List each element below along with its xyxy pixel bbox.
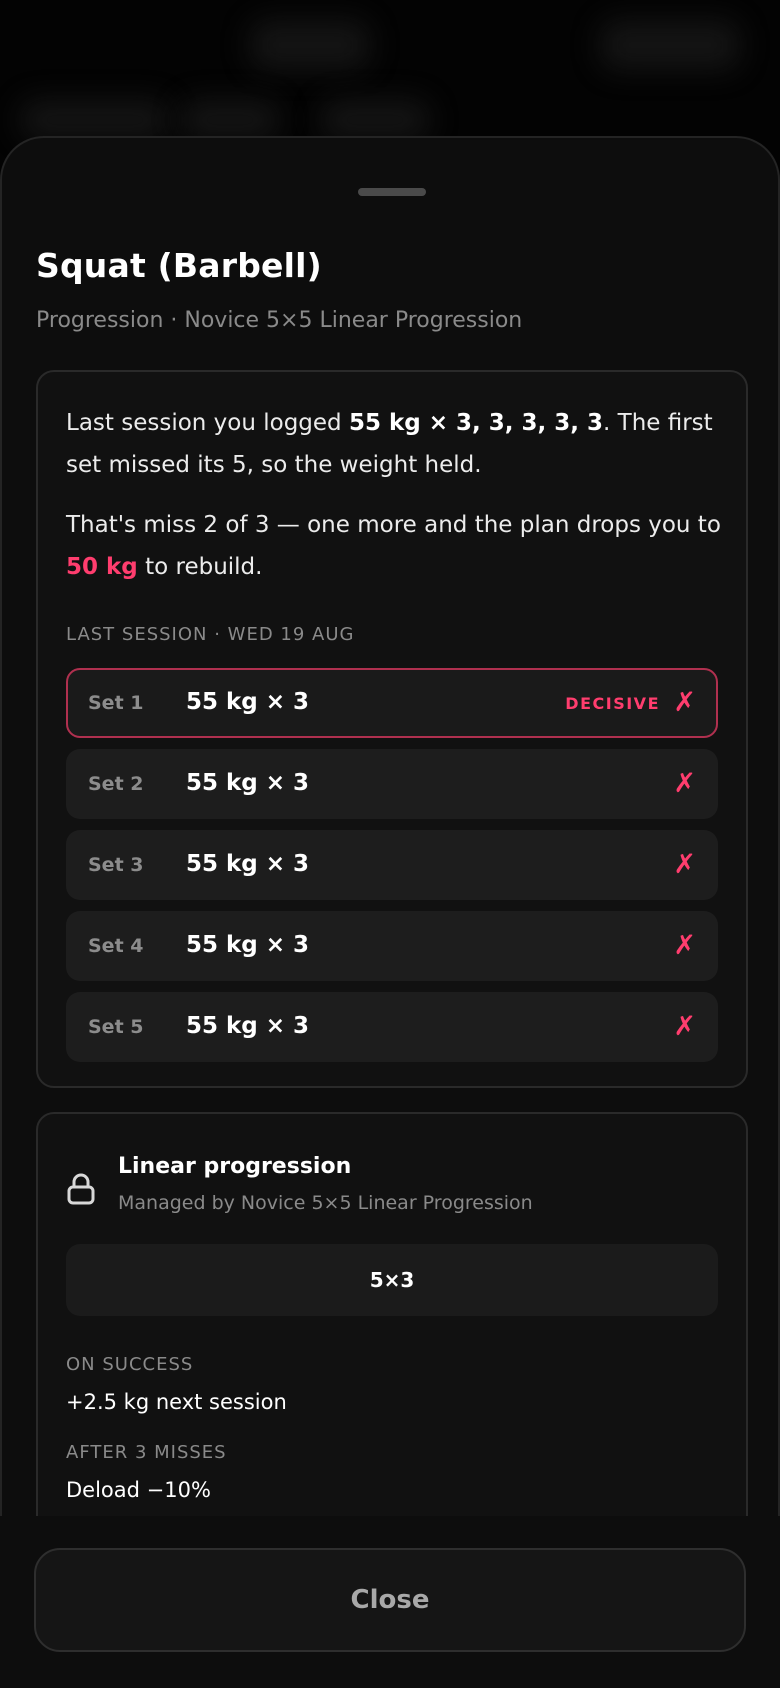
set-value: 55 kg × 3 — [186, 770, 310, 796]
exercise-title: Squat (Barbell) — [36, 246, 322, 285]
sheet-footer: Close — [0, 1516, 780, 1688]
set-row: Set 5 55 kg × 3 ✗ — [66, 992, 718, 1062]
summary-text: Last session you logged — [66, 410, 349, 436]
missed-x-icon: ✗ — [673, 768, 696, 799]
set-number: Set 3 — [88, 854, 144, 876]
last-session-label: LAST SESSION · WED 19 AUG — [66, 624, 355, 645]
set-value: 55 kg × 3 — [186, 932, 310, 958]
backdrop-blur-block — [600, 20, 740, 70]
missed-x-icon: ✗ — [673, 1011, 696, 1042]
after-misses-value: Deload −10% — [66, 1478, 211, 1502]
backdrop-blur-block — [180, 100, 280, 140]
set-number: Set 4 — [88, 935, 144, 957]
summary-logged-sets: 55 kg × 3, 3, 3, 3, 3 — [348, 410, 604, 436]
set-row: Set 1 55 kg × 3 DECISIVE ✗ — [66, 668, 718, 738]
missed-x-icon: ✗ — [673, 687, 696, 718]
set-number: Set 5 — [88, 1016, 144, 1038]
set-value: 55 kg × 3 — [186, 851, 310, 877]
lock-icon — [67, 1173, 95, 1205]
set-row: Set 3 55 kg × 3 ✗ — [66, 830, 718, 900]
on-success-label: ON SUCCESS — [66, 1354, 194, 1375]
set-number: Set 2 — [88, 773, 144, 795]
set-row: Set 2 55 kg × 3 ✗ — [66, 749, 718, 819]
backdrop-blur-block — [20, 100, 170, 140]
progression-title: Linear progression — [118, 1154, 352, 1179]
linear-progression-card: Linear progression Managed by Novice 5×5… — [36, 1112, 748, 1582]
exercise-subtitle: Progression · Novice 5×5 Linear Progress… — [36, 308, 523, 333]
rep-scheme: 5×3 — [66, 1244, 718, 1316]
backdrop-blur-block — [250, 20, 370, 70]
progression-sheet: Squat (Barbell) Progression · Novice 5×5… — [0, 136, 780, 1688]
summary-paragraph-2: That's miss 2 of 3 — one more and the pl… — [66, 504, 726, 588]
missed-x-icon: ✗ — [673, 849, 696, 880]
close-button[interactable]: Close — [34, 1548, 746, 1652]
set-list: Set 1 55 kg × 3 DECISIVE ✗ Set 2 55 kg ×… — [66, 668, 718, 1073]
session-summary-card: Last session you logged 55 kg × 3, 3, 3,… — [36, 370, 748, 1088]
sheet-grabber[interactable] — [358, 188, 426, 196]
set-number: Set 1 — [88, 692, 144, 714]
after-misses-label: AFTER 3 MISSES — [66, 1442, 227, 1463]
summary-paragraph-1: Last session you logged 55 kg × 3, 3, 3,… — [66, 402, 726, 486]
backdrop-blur-block — [320, 100, 430, 140]
set-row: Set 4 55 kg × 3 ✗ — [66, 911, 718, 981]
on-success-value: +2.5 kg next session — [66, 1390, 287, 1414]
summary-text: to rebuild. — [137, 554, 263, 580]
missed-x-icon: ✗ — [673, 930, 696, 961]
set-value: 55 kg × 3 — [186, 689, 310, 715]
summary-text: That's miss 2 of 3 — one more and the pl… — [66, 512, 721, 538]
progression-subtitle: Managed by Novice 5×5 Linear Progression — [118, 1192, 533, 1214]
deload-weight: 50 kg — [66, 554, 138, 580]
set-value: 55 kg × 3 — [186, 1013, 310, 1039]
decisive-badge: DECISIVE — [565, 694, 660, 713]
